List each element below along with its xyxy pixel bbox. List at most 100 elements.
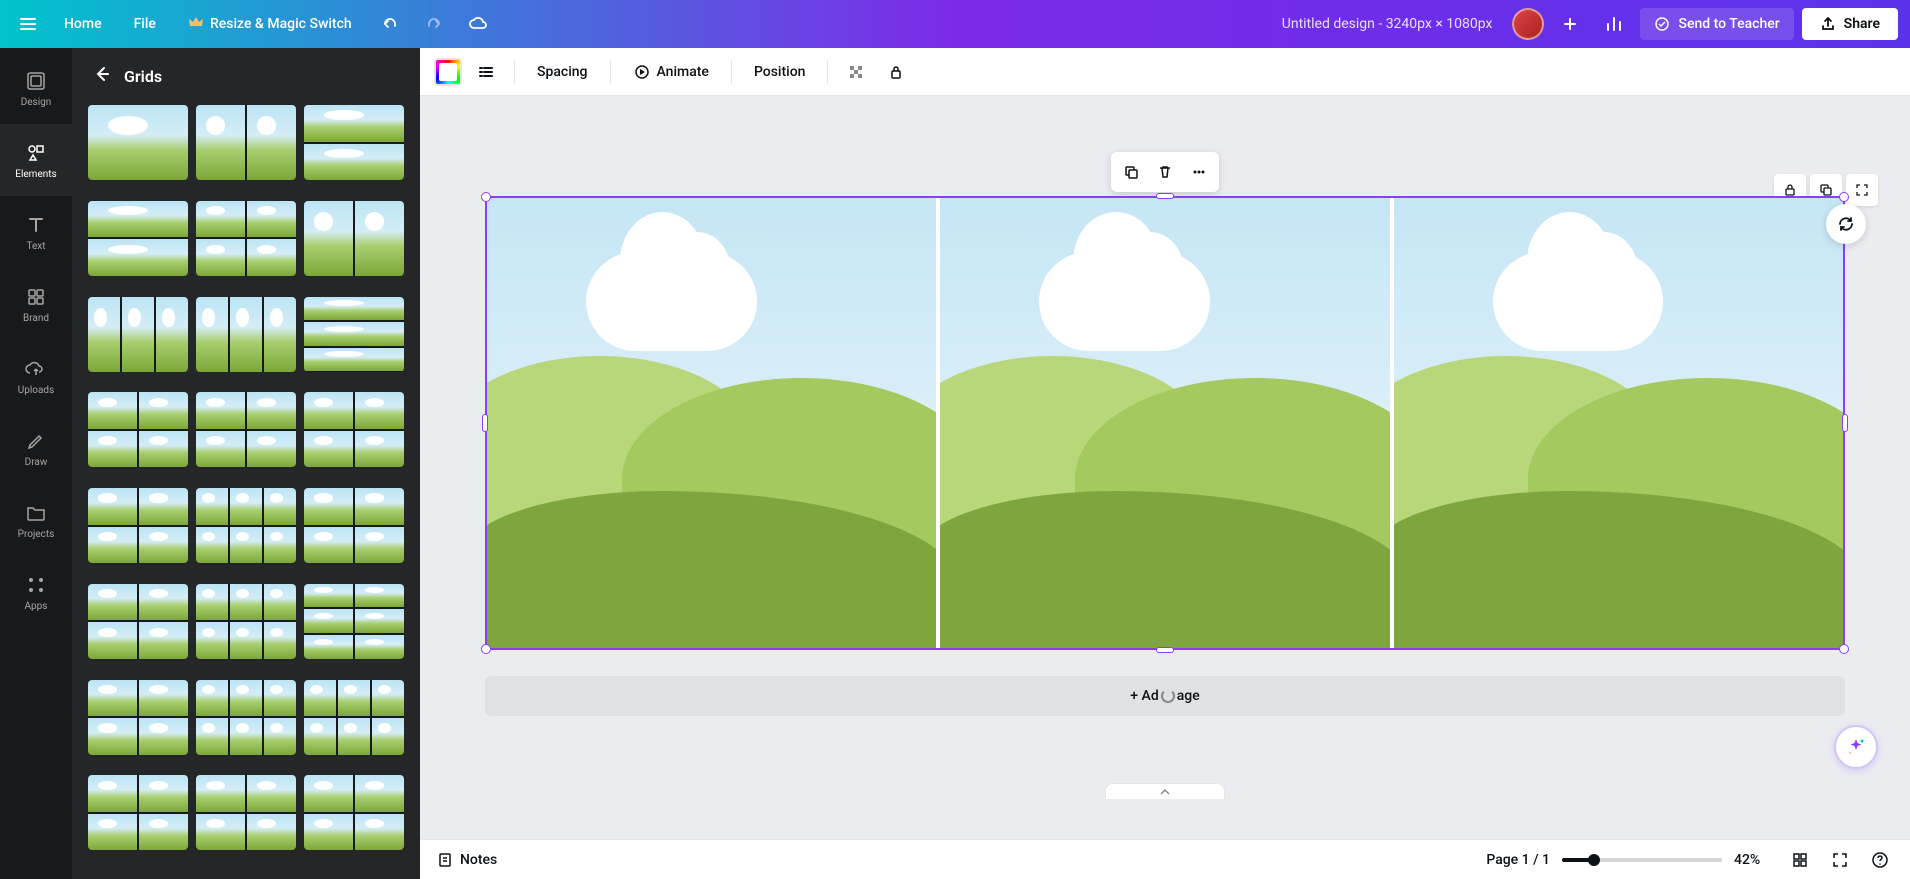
- side-panel: Grids: [72, 48, 420, 879]
- home-link[interactable]: Home: [52, 10, 114, 38]
- cloud-icon: [468, 14, 488, 34]
- expand-icon: [1854, 182, 1870, 198]
- duplicate-icon: [1122, 163, 1140, 181]
- grid-layout-thumb[interactable]: [304, 392, 404, 467]
- resize-handle[interactable]: [1842, 414, 1848, 432]
- grid-layout-thumb[interactable]: [196, 680, 296, 755]
- resize-handle[interactable]: [1839, 192, 1849, 202]
- grid-layout-thumb[interactable]: [196, 297, 296, 372]
- check-circle-icon: [1654, 16, 1670, 32]
- grid-layout-thumb[interactable]: [304, 297, 404, 372]
- grid-layout-thumb[interactable]: [196, 584, 296, 659]
- help-button[interactable]: [1866, 846, 1894, 874]
- color-picker[interactable]: [434, 58, 462, 86]
- grid-layout-thumb[interactable]: [304, 201, 404, 276]
- rail-draw[interactable]: Draw: [0, 412, 72, 484]
- undo-button[interactable]: [372, 6, 408, 42]
- hamburger-menu[interactable]: [12, 8, 44, 40]
- grid-layout-thumb[interactable]: [196, 775, 296, 850]
- grid-layout-thumb[interactable]: [88, 105, 188, 180]
- share-icon: [1820, 16, 1836, 32]
- rail-text[interactable]: Text: [0, 196, 72, 268]
- arrow-left-icon: [92, 64, 112, 84]
- grid-layout-thumb[interactable]: [304, 488, 404, 563]
- grid-layout-thumb[interactable]: [88, 201, 188, 276]
- lock-icon: [887, 63, 905, 81]
- left-rail: Design Elements Text Brand Uploads Draw …: [0, 48, 72, 879]
- design-title[interactable]: Untitled design - 3240px × 1080px: [1282, 16, 1493, 32]
- grid-layout-thumb[interactable]: [196, 488, 296, 563]
- add-page-button[interactable]: + Adage: [485, 676, 1845, 716]
- rail-design[interactable]: Design: [0, 52, 72, 124]
- fullscreen-button[interactable]: [1826, 846, 1854, 874]
- grid-layout-thumb[interactable]: [88, 584, 188, 659]
- resize-button[interactable]: Resize & Magic Switch: [176, 8, 364, 40]
- list-view-button[interactable]: [470, 56, 502, 88]
- resize-handle[interactable]: [1156, 647, 1174, 653]
- grid-layout-thumb[interactable]: [88, 392, 188, 467]
- user-avatar[interactable]: [1512, 8, 1544, 40]
- resize-handle[interactable]: [482, 414, 488, 432]
- grid-layout-thumb[interactable]: [196, 201, 296, 276]
- top-bar: Home File Resize & Magic Switch Untitled…: [0, 0, 1910, 48]
- grid-layout-thumb[interactable]: [88, 775, 188, 850]
- insights-button[interactable]: [1596, 6, 1632, 42]
- grid-layout-thumb[interactable]: [88, 680, 188, 755]
- spacing-button[interactable]: Spacing: [527, 58, 598, 86]
- resize-handle[interactable]: [1839, 644, 1849, 654]
- lock-button[interactable]: [880, 56, 912, 88]
- send-to-teacher-button[interactable]: Send to Teacher: [1640, 8, 1793, 40]
- rail-projects[interactable]: Projects: [0, 484, 72, 556]
- duplicate-button[interactable]: [1115, 156, 1147, 188]
- canvas-area: Spacing Animate Position: [420, 48, 1910, 879]
- grid-layout-thumb[interactable]: [196, 105, 296, 180]
- resize-handle[interactable]: [481, 192, 491, 202]
- fullscreen-icon: [1831, 851, 1849, 869]
- grid-layout-thumb[interactable]: [88, 488, 188, 563]
- back-button[interactable]: [92, 64, 112, 89]
- grid-layout-thumb[interactable]: [196, 392, 296, 467]
- draw-icon: [24, 429, 48, 453]
- grids-container[interactable]: [72, 105, 420, 879]
- grid-layout-thumb[interactable]: [88, 297, 188, 372]
- add-member-button[interactable]: [1552, 6, 1588, 42]
- zoom-slider-thumb[interactable]: [1588, 854, 1600, 866]
- design-canvas[interactable]: [485, 196, 1845, 650]
- resize-handle[interactable]: [1156, 193, 1174, 199]
- more-button[interactable]: [1183, 156, 1215, 188]
- grid-layout-thumb[interactable]: [304, 680, 404, 755]
- grid-view-button[interactable]: [1786, 846, 1814, 874]
- grid-cell-1[interactable]: [487, 198, 936, 648]
- grid-cell-3[interactable]: [1394, 198, 1843, 648]
- magic-button[interactable]: [1834, 725, 1878, 769]
- cloud-sync-button[interactable]: [460, 6, 496, 42]
- transparency-button[interactable]: [840, 56, 872, 88]
- zoom-label[interactable]: 42%: [1734, 852, 1774, 868]
- grid-layout-thumb[interactable]: [304, 775, 404, 850]
- position-button[interactable]: Position: [744, 58, 816, 86]
- animate-icon: [633, 63, 651, 81]
- refresh-button[interactable]: [1826, 204, 1866, 244]
- rail-brand[interactable]: Brand: [0, 268, 72, 340]
- page-indicator[interactable]: Page 1 / 1: [1486, 852, 1550, 868]
- animate-button[interactable]: Animate: [623, 57, 719, 87]
- apps-icon: [24, 573, 48, 597]
- grid-layout-thumb[interactable]: [304, 105, 404, 180]
- canvas-viewport[interactable]: + Adage: [420, 96, 1910, 839]
- zoom-slider[interactable]: [1562, 858, 1722, 862]
- delete-button[interactable]: [1149, 156, 1181, 188]
- resize-label: Resize & Magic Switch: [210, 16, 352, 32]
- notes-button[interactable]: Notes: [436, 851, 497, 869]
- page-expand-button[interactable]: [1846, 174, 1878, 206]
- rail-apps[interactable]: Apps: [0, 556, 72, 628]
- rail-uploads[interactable]: Uploads: [0, 340, 72, 412]
- rail-elements[interactable]: Elements: [0, 124, 72, 196]
- share-button[interactable]: Share: [1802, 8, 1898, 40]
- projects-icon: [24, 501, 48, 525]
- timeline-expand-handle[interactable]: [1105, 783, 1225, 799]
- redo-button[interactable]: [416, 6, 452, 42]
- resize-handle[interactable]: [481, 644, 491, 654]
- file-link[interactable]: File: [122, 10, 168, 38]
- grid-cell-2[interactable]: [940, 198, 1389, 648]
- grid-layout-thumb[interactable]: [304, 584, 404, 659]
